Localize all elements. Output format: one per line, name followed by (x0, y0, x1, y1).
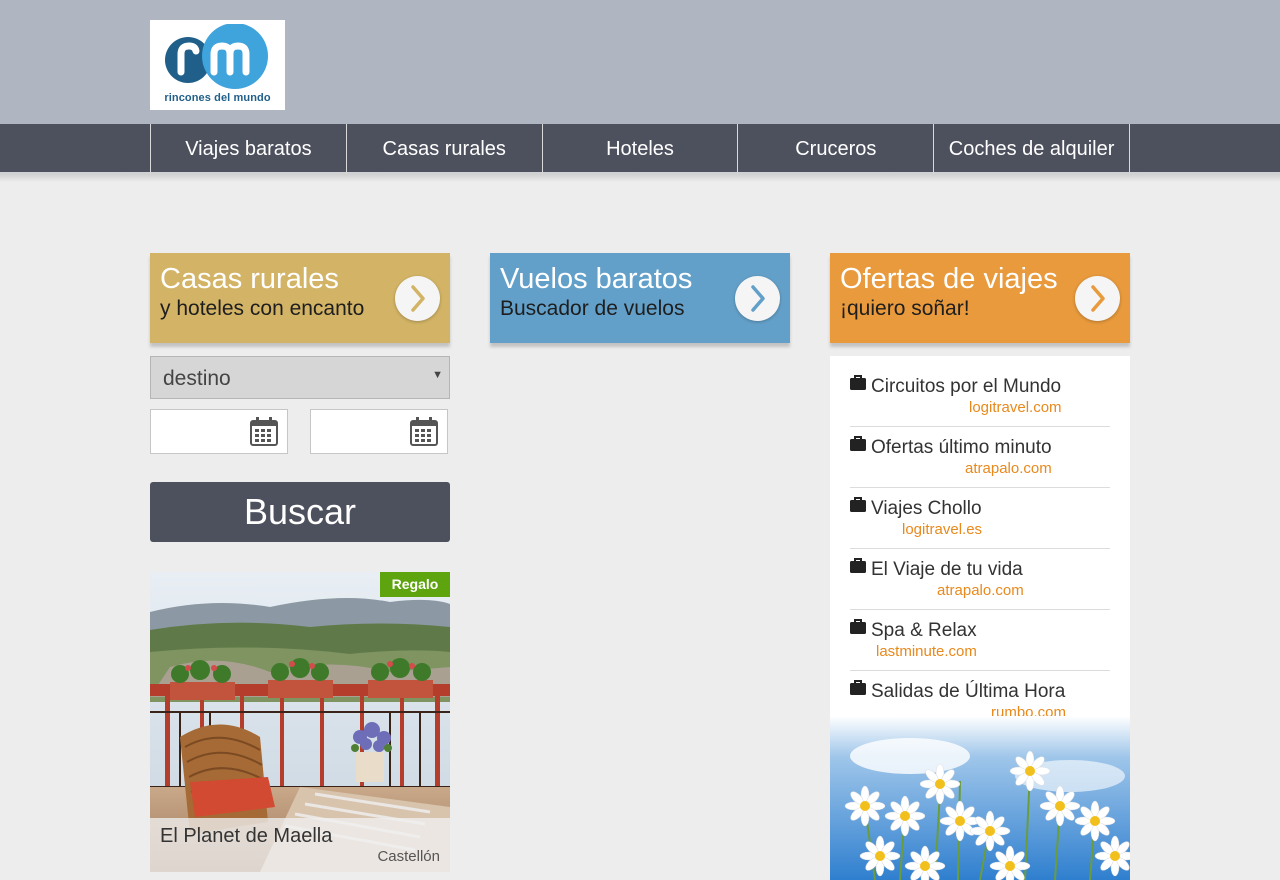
logo-mark (165, 24, 268, 89)
briefcase-icon (850, 497, 866, 512)
promo-card[interactable]: Regalo El Planet de Maella Castellón (150, 572, 450, 872)
offer-source[interactable]: atrapalo.com (937, 582, 1024, 599)
ofertas-arrow-button[interactable] (1075, 276, 1120, 321)
chevron-right-icon (411, 285, 425, 312)
vuelos-baratos-card[interactable]: Vuelos baratos Buscador de vuelos (490, 253, 790, 343)
chevron-right-icon (1091, 285, 1105, 312)
offer-source[interactable]: logitravel.com (969, 399, 1062, 416)
offers-panel: Circuitos por el Mundo logitravel.com Of… (830, 356, 1130, 880)
vuelos-arrow-button[interactable] (735, 276, 780, 321)
offer-title: Circuitos por el Mundo (871, 376, 1062, 397)
destination-select[interactable]: destino ▼ (150, 356, 450, 399)
offer-item[interactable]: Circuitos por el Mundo logitravel.com (850, 366, 1110, 427)
chevron-right-icon (751, 285, 765, 312)
flowers-image (830, 716, 1130, 880)
promo-title: El Planet de Maella (160, 825, 333, 847)
calendar-icon[interactable] (250, 417, 278, 446)
offer-source[interactable]: lastminute.com (876, 643, 977, 660)
dropdown-caret-icon: ▼ (432, 369, 443, 381)
search-button[interactable]: Buscar (150, 482, 450, 542)
logo-text: rincones del mundo (164, 92, 271, 104)
offer-title: Ofertas último minuto (871, 437, 1052, 458)
ofertas-de-viajes-card[interactable]: Ofertas de viajes ¡quiero soñar! (830, 253, 1130, 343)
card-title: Ofertas de viajes (840, 263, 1058, 295)
offer-title: Salidas de Última Hora (871, 681, 1066, 702)
nav-item-viajes-baratos[interactable]: Viajes baratos (151, 124, 347, 174)
site-header: rincones del mundo (0, 0, 1280, 124)
offer-source[interactable]: logitravel.es (902, 521, 982, 538)
briefcase-icon (850, 619, 866, 634)
nav-shadow (0, 174, 1280, 182)
card-subtitle: y hoteles con encanto (160, 297, 365, 320)
destination-value: destino (163, 367, 231, 390)
card-subtitle: Buscador de vuelos (500, 297, 685, 320)
nav-item-hoteles[interactable]: Hoteles (543, 124, 739, 174)
casas-rurales-card[interactable]: Casas rurales y hoteles con encanto (150, 253, 450, 343)
nav-item-coches-de-alquiler[interactable]: Coches de alquiler (934, 124, 1130, 174)
offer-source[interactable]: atrapalo.com (965, 460, 1052, 477)
card-title: Casas rurales (160, 263, 339, 295)
nav-item-cruceros[interactable]: Cruceros (738, 124, 935, 174)
checkin-date-input[interactable] (150, 409, 288, 454)
briefcase-icon (850, 436, 866, 451)
regalo-badge: Regalo (380, 572, 450, 597)
briefcase-icon (850, 680, 866, 695)
casas-arrow-button[interactable] (395, 276, 440, 321)
site-logo[interactable]: rincones del mundo (150, 20, 285, 110)
card-subtitle: ¡quiero soñar! (840, 297, 970, 320)
main-nav: Viajes baratos Casas rurales Hoteles Cru… (0, 124, 1280, 174)
offer-item[interactable]: Spa & Relax lastminute.com (850, 610, 1110, 671)
offer-item[interactable]: El Viaje de tu vida atrapalo.com (850, 549, 1110, 610)
promo-location: Castellón (377, 848, 440, 865)
checkout-date-input[interactable] (310, 409, 448, 454)
calendar-icon[interactable] (410, 417, 438, 446)
promo-caption: El Planet de Maella Castellón (150, 818, 450, 872)
offer-item[interactable]: Viajes Chollo logitravel.es (850, 488, 1110, 549)
offer-title: Viajes Chollo (871, 498, 982, 519)
nav-item-casas-rurales[interactable]: Casas rurales (347, 124, 543, 174)
offer-title: El Viaje de tu vida (871, 559, 1023, 580)
briefcase-icon (850, 558, 866, 573)
card-title: Vuelos baratos (500, 263, 693, 295)
offer-item[interactable]: Ofertas último minuto atrapalo.com (850, 427, 1110, 488)
briefcase-icon (850, 375, 866, 390)
offer-title: Spa & Relax (871, 620, 977, 641)
